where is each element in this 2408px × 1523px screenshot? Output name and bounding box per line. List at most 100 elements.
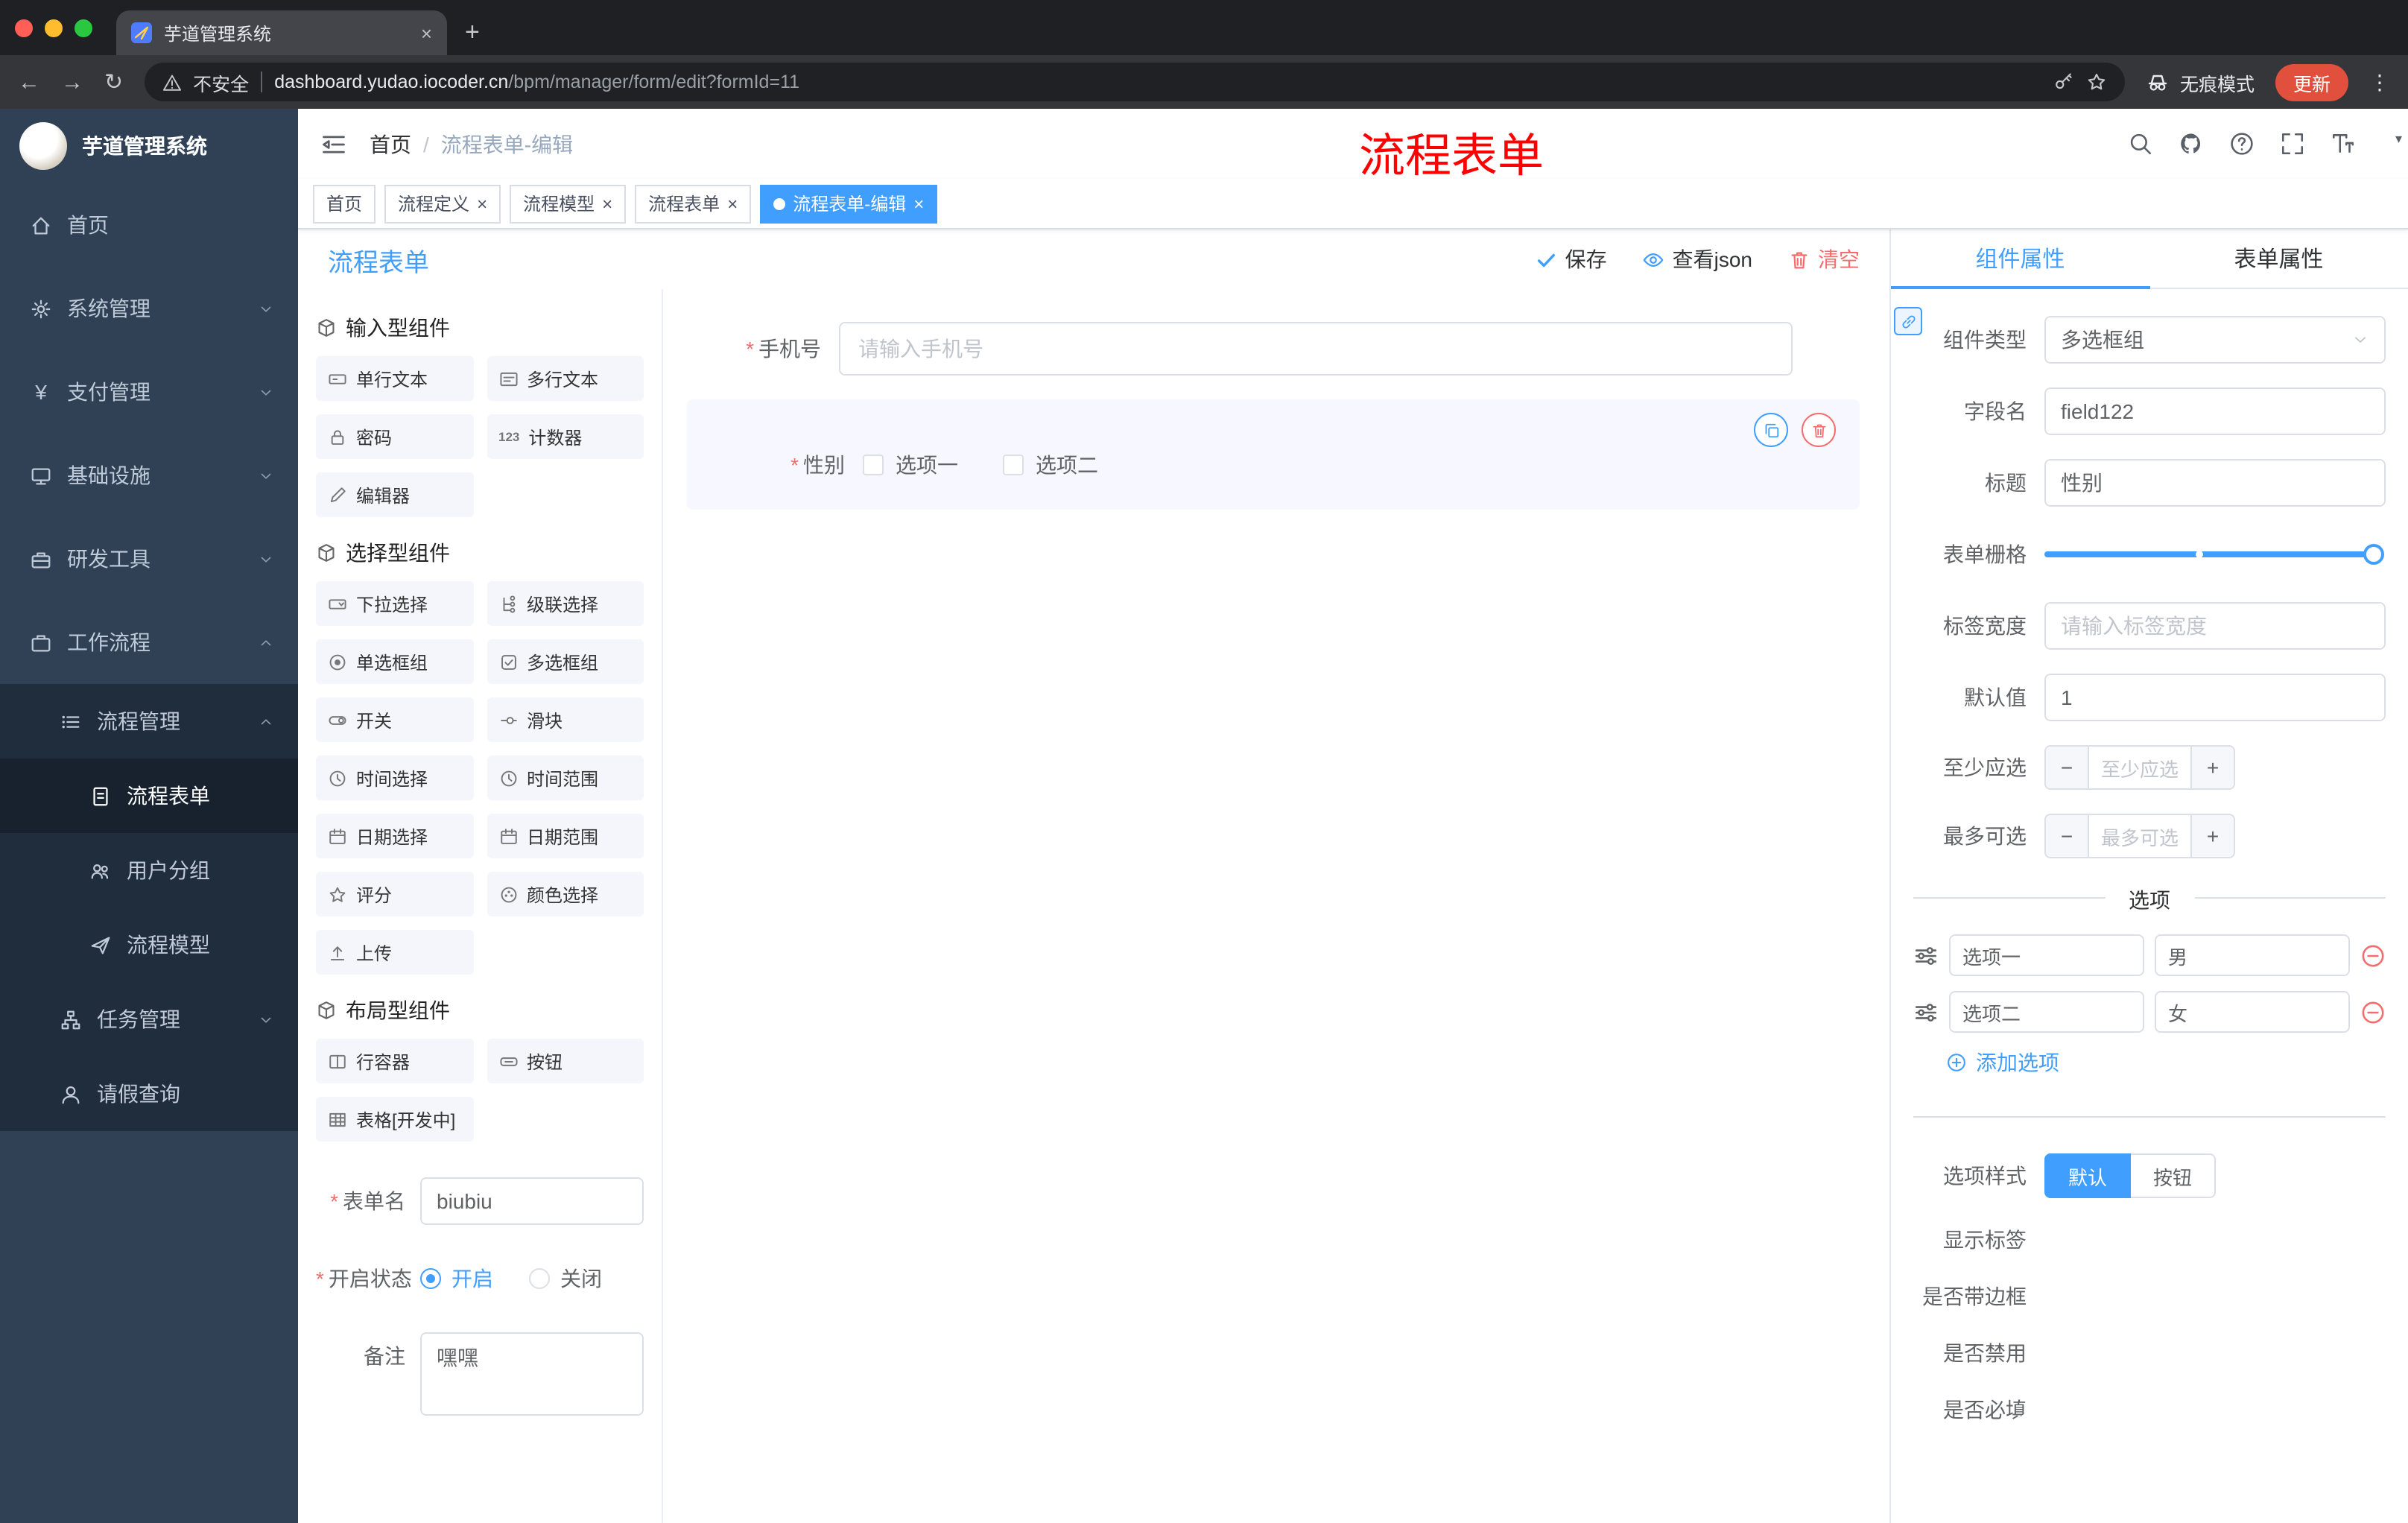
form-canvas[interactable]: *手机号 *性别 选项一 <box>663 289 1889 1523</box>
copy-widget-button[interactable] <box>1754 413 1788 447</box>
sidebar-item-user-group[interactable]: 用户分组 <box>0 833 298 908</box>
increase-button[interactable]: + <box>2190 747 2234 788</box>
palette-item-button[interactable]: 按钮 <box>487 1039 644 1083</box>
palette-item-time-range[interactable]: 时间范围 <box>487 756 644 800</box>
palette-item-rate[interactable]: 评分 <box>316 872 473 916</box>
palette-item-date-range[interactable]: 日期范围 <box>487 814 644 858</box>
option-label-input[interactable] <box>1949 991 2144 1033</box>
clear-button[interactable]: 清空 <box>1788 244 1860 274</box>
tab-component-props[interactable]: 组件属性 <box>1891 229 2149 289</box>
delete-widget-button[interactable] <box>1802 413 1836 447</box>
browser-tab[interactable]: 芋道管理系统 × <box>116 10 447 55</box>
palette-item-password[interactable]: 密码 <box>316 414 473 459</box>
sidebar-item-process-management[interactable]: 流程管理 <box>0 684 298 759</box>
palette-item-switch[interactable]: 开关 <box>316 697 473 742</box>
phone-input[interactable] <box>839 322 1793 376</box>
palette-item-table[interactable]: 表格[开发中] <box>316 1097 473 1142</box>
new-tab-button[interactable]: + <box>465 18 480 48</box>
tag-close-icon[interactable]: × <box>477 194 487 212</box>
back-button[interactable]: ← <box>18 69 40 95</box>
palette-item-checkbox-group[interactable]: 多选框组 <box>487 639 644 684</box>
style-button-button[interactable]: 按钮 <box>2131 1153 2217 1198</box>
checkbox-option-2[interactable]: 选项二 <box>1003 450 1098 480</box>
palette-item-multi-text[interactable]: 多行文本 <box>487 356 644 401</box>
update-button[interactable]: 更新 <box>2275 63 2348 101</box>
palette-item-slider[interactable]: 滑块 <box>487 697 644 742</box>
max-select-value[interactable]: 最多可选 <box>2089 815 2190 857</box>
drag-handle-icon[interactable] <box>1913 943 1939 968</box>
browser-menu-button[interactable]: ⋮ <box>2369 69 2390 95</box>
tab-form-props[interactable]: 表单属性 <box>2149 229 2408 288</box>
palette-item-counter[interactable]: 123 计数器 <box>487 414 644 459</box>
remove-option-icon[interactable] <box>2360 999 2386 1025</box>
tag-process-definition[interactable]: 流程定义 × <box>384 184 501 223</box>
font-size-icon[interactable] <box>2331 131 2356 156</box>
status-off-radio[interactable]: 关闭 <box>529 1264 602 1294</box>
palette-item-cascader[interactable]: 级联选择 <box>487 581 644 626</box>
sidebar-item-leave-query[interactable]: 请假查询 <box>0 1057 298 1131</box>
tag-process-form-edit[interactable]: 流程表单-编辑 × <box>760 184 938 223</box>
palette-item-row-container[interactable]: 行容器 <box>316 1039 473 1083</box>
bookmark-star-icon[interactable] <box>2086 72 2107 92</box>
status-on-radio[interactable]: 开启 <box>420 1264 493 1294</box>
reload-button[interactable]: ↻ <box>104 69 123 95</box>
increase-button[interactable]: + <box>2190 815 2234 857</box>
drag-handle-icon[interactable] <box>1913 999 1939 1025</box>
add-option-button[interactable]: 添加选项 <box>1946 1048 2386 1077</box>
breadcrumb-home[interactable]: 首页 <box>370 129 411 159</box>
tab-close-icon[interactable]: × <box>421 22 432 44</box>
palette-item-upload[interactable]: 上传 <box>316 930 473 975</box>
style-default-button[interactable]: 默认 <box>2044 1153 2132 1198</box>
slider-track[interactable] <box>2044 544 2384 565</box>
tag-close-icon[interactable]: × <box>727 194 738 212</box>
form-name-input[interactable] <box>420 1177 644 1225</box>
gender-field-selected[interactable]: * 性别 选项一 选项二 <box>687 399 1860 510</box>
palette-item-editor[interactable]: 编辑器 <box>316 472 473 517</box>
checkbox-option-1[interactable]: 选项一 <box>863 450 958 480</box>
sidebar-item-process-model[interactable]: 流程模型 <box>0 908 298 982</box>
password-key-icon[interactable] <box>2053 72 2074 92</box>
component-type-select[interactable]: 多选框组 <box>2044 316 2386 364</box>
sidebar-item-workflow[interactable]: 工作流程 <box>0 601 298 684</box>
sidebar-fold-button[interactable] <box>298 130 370 157</box>
option-label-input[interactable] <box>1949 934 2144 976</box>
view-json-button[interactable]: 查看json <box>1643 244 1752 274</box>
tag-process-model[interactable]: 流程模型 × <box>510 184 627 223</box>
sidebar-item-process-form[interactable]: 流程表单 <box>0 759 298 833</box>
tag-width-input[interactable] <box>2044 602 2386 650</box>
fullscreen-icon[interactable] <box>2280 131 2305 156</box>
avatar-caret-icon[interactable]: ▾ <box>2395 130 2402 147</box>
sidebar-item-task-management[interactable]: 任务管理 <box>0 982 298 1057</box>
tag-close-icon[interactable]: × <box>602 194 612 212</box>
form-remark-textarea[interactable]: 嘿嘿 <box>420 1332 644 1416</box>
save-button[interactable]: 保存 <box>1536 244 1607 274</box>
decrease-button[interactable]: − <box>2046 815 2089 857</box>
address-bar[interactable]: 不安全 dashboard.yudao.iocoder.cn/bpm/manag… <box>144 63 2125 101</box>
sidebar-item-home[interactable]: 首页 <box>0 183 298 267</box>
link-button[interactable] <box>1894 307 1922 335</box>
tag-home[interactable]: 首页 <box>313 184 376 223</box>
grid-slider[interactable] <box>2044 531 2386 578</box>
decrease-button[interactable]: − <box>2046 747 2089 788</box>
sidebar-item-system[interactable]: 系统管理 <box>0 267 298 350</box>
palette-item-date-picker[interactable]: 日期选择 <box>316 814 473 858</box>
help-icon[interactable] <box>2229 131 2255 156</box>
slider-handle[interactable] <box>2363 544 2384 565</box>
option-value-input[interactable] <box>2155 991 2350 1033</box>
minimize-window-button[interactable] <box>45 19 63 37</box>
close-window-button[interactable] <box>15 19 33 37</box>
sidebar-item-payment[interactable]: ¥ 支付管理 <box>0 350 298 434</box>
palette-item-radio-group[interactable]: 单选框组 <box>316 639 473 684</box>
sidebar-item-devtools[interactable]: 研发工具 <box>0 517 298 601</box>
remove-option-icon[interactable] <box>2360 943 2386 968</box>
palette-item-single-text[interactable]: 单行文本 <box>316 356 473 401</box>
tag-close-icon[interactable]: × <box>913 194 924 212</box>
zoom-window-button[interactable] <box>75 19 92 37</box>
title-input[interactable] <box>2044 459 2386 507</box>
search-icon[interactable] <box>2128 131 2153 156</box>
github-icon[interactable] <box>2179 131 2204 156</box>
field-name-input[interactable] <box>2044 387 2386 435</box>
palette-item-dropdown[interactable]: 下拉选择 <box>316 581 473 626</box>
palette-item-color-picker[interactable]: 颜色选择 <box>487 872 644 916</box>
palette-item-time-picker[interactable]: 时间选择 <box>316 756 473 800</box>
